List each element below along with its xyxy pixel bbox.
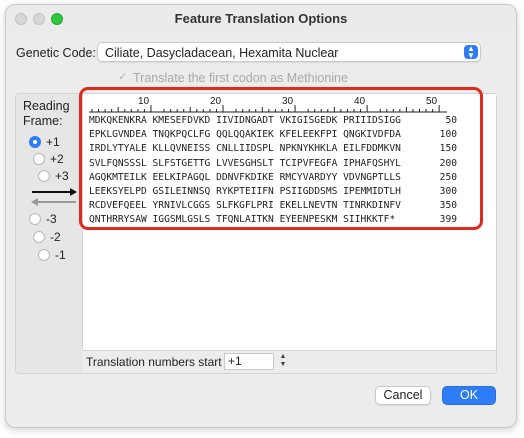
- radio-label: -1: [55, 248, 66, 262]
- cancel-button[interactable]: Cancel: [375, 386, 431, 405]
- genetic-code-select[interactable]: Ciliate, Dasycladacean, Hexamita Nuclear…: [97, 42, 481, 62]
- ok-button[interactable]: OK: [442, 386, 496, 405]
- radio-label: +2: [50, 152, 64, 166]
- radio-dot: [33, 231, 45, 243]
- radio-dot: [38, 249, 50, 261]
- genetic-code-label: Genetic Code:: [16, 46, 96, 60]
- radio-dot: [38, 170, 50, 182]
- radio-label: -2: [50, 230, 61, 244]
- methionine-label: Translate the first codon as Methionine: [133, 71, 348, 85]
- radio-label: -3: [46, 212, 57, 226]
- radio-dot: [33, 153, 45, 165]
- direction-arrows-icon: [31, 188, 77, 206]
- window-title: Feature Translation Options: [174, 11, 348, 26]
- title-bar: Feature Translation Options: [6, 5, 516, 31]
- chevron-updown-icon: ▲ ▼: [464, 45, 478, 60]
- radio-label: +1: [46, 135, 60, 149]
- reading-frame-label: Reading Frame:: [23, 99, 70, 128]
- translation-start-input[interactable]: +1: [224, 353, 274, 370]
- radio-label: +3: [55, 169, 69, 183]
- genetic-code-value: Ciliate, Dasycladacean, Hexamita Nuclear: [105, 46, 339, 60]
- checkmark-icon: ✓: [118, 71, 128, 83]
- radio-dot: [29, 136, 41, 148]
- translation-numbers-label: Translation numbers start at: [86, 355, 235, 369]
- radio-dot: [29, 213, 41, 225]
- translation-start-stepper[interactable]: ▲ ▼: [278, 353, 288, 370]
- translation-numbers-bar: Translation numbers start at +1 ▲ ▼: [82, 350, 496, 373]
- red-highlight-box: [79, 87, 483, 230]
